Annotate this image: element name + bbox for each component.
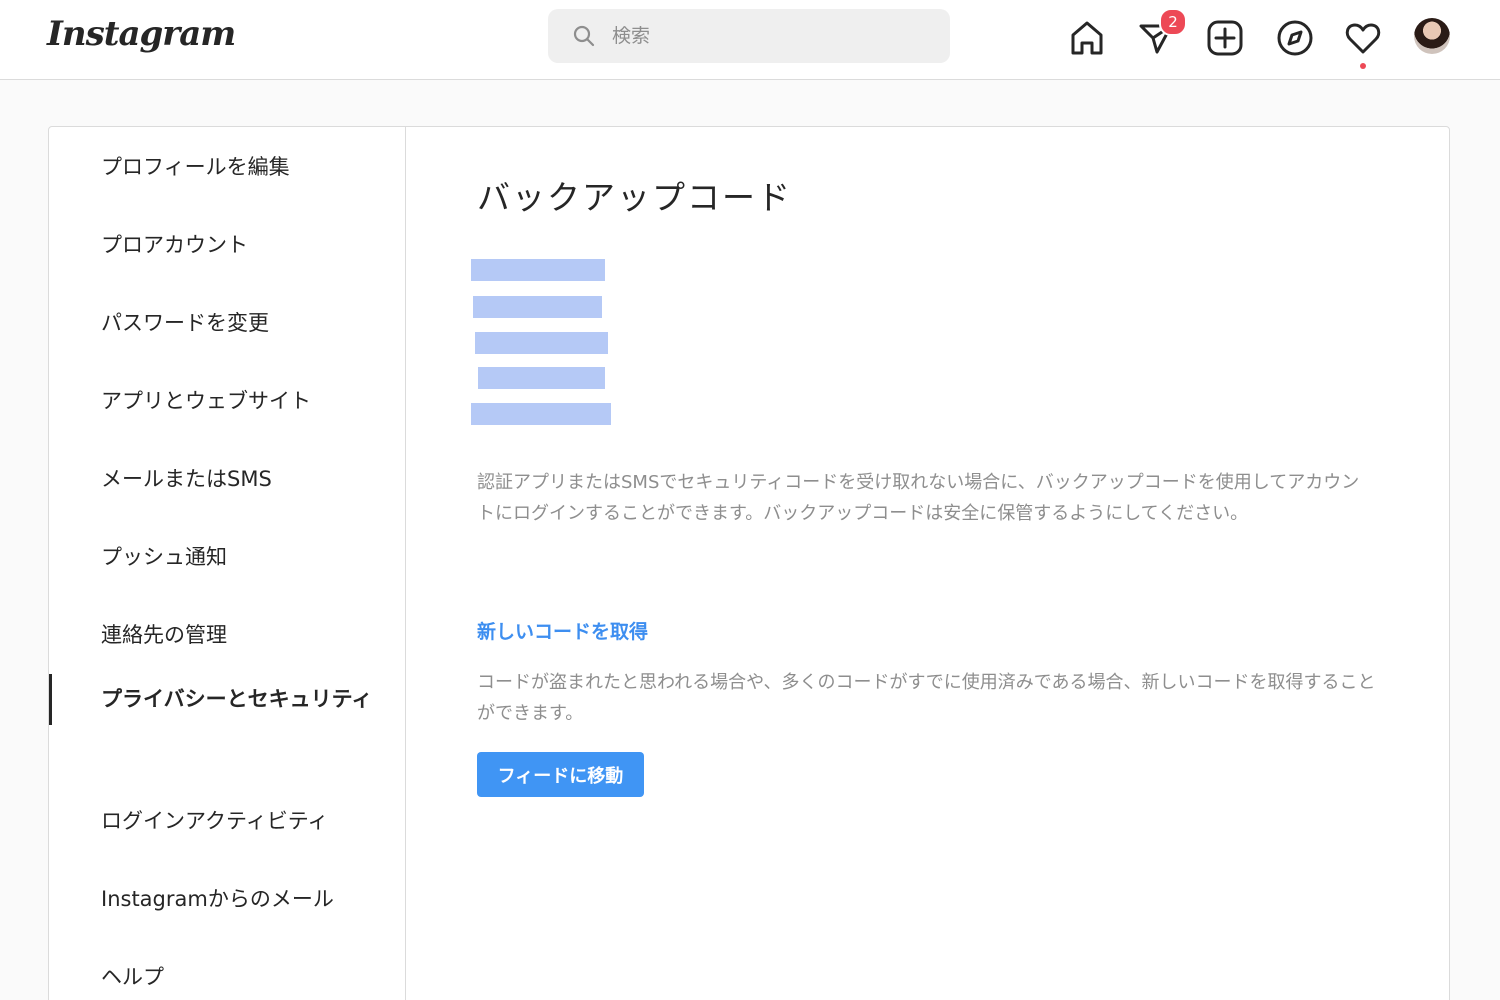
page-title: バックアップコード: [477, 178, 792, 217]
home-icon[interactable]: [1068, 19, 1106, 57]
sidebar-item-login-activity[interactable]: ログインアクティビティ: [49, 806, 405, 837]
sidebar-item-emails-from-instagram[interactable]: Instagramからのメール: [49, 884, 405, 915]
sidebar-item-edit-profile[interactable]: プロフィールを編集: [49, 152, 405, 183]
sidebar-item-apps-and-websites[interactable]: アプリとウェブサイト: [49, 386, 405, 417]
backup-codes-description: 認証アプリまたはSMSでセキュリティコードを受け取れない場合に、バックアップコー…: [477, 472, 1360, 524]
settings-sidebar: プロフィールを編集 プロアカウント パスワードを変更 アプリとウェブサイト メー…: [49, 127, 406, 1000]
instagram-logo[interactable]: Instagram: [47, 14, 236, 54]
redacted-backup-code: [471, 259, 605, 281]
sidebar-item-change-password[interactable]: パスワードを変更: [49, 308, 405, 339]
activity-indicator-dot: [1360, 63, 1366, 69]
top-nav-bar: Instagram 2: [0, 0, 1500, 80]
redacted-backup-code: [475, 332, 608, 354]
profile-avatar[interactable]: [1414, 18, 1450, 54]
redacted-backup-code: [471, 403, 611, 425]
sidebar-item-push-notifications[interactable]: プッシュ通知: [49, 542, 405, 573]
new-codes-description: コードが盗まれたと思われる場合や、多くのコードがすでに使用済みである場合、新しい…: [477, 672, 1376, 724]
search-icon: [572, 24, 596, 48]
redacted-backup-code: [478, 367, 605, 389]
notification-badge: 2: [1159, 8, 1187, 36]
sidebar-item-email-or-sms[interactable]: メールまたはSMS: [49, 464, 405, 495]
activity-heart-icon[interactable]: [1344, 19, 1382, 57]
get-new-codes-link[interactable]: 新しいコードを取得: [477, 617, 648, 644]
go-to-feed-button[interactable]: フィードに移動: [477, 752, 644, 797]
backup-codes-content: バックアップコード 認証アプリまたはSMSでセキュリティコードを受け取れない場合…: [407, 127, 1450, 1000]
explore-compass-icon[interactable]: [1276, 19, 1314, 57]
search-box[interactable]: [548, 9, 950, 63]
redacted-backup-code: [473, 296, 602, 318]
settings-panel: プロフィールを編集 プロアカウント パスワードを変更 アプリとウェブサイト メー…: [48, 126, 1450, 1000]
new-post-icon[interactable]: [1206, 19, 1244, 57]
sidebar-item-professional-account[interactable]: プロアカウント: [49, 230, 405, 261]
sidebar-item-help[interactable]: ヘルプ: [49, 962, 405, 993]
search-input[interactable]: [612, 9, 932, 63]
sidebar-item-manage-contacts[interactable]: 連絡先の管理: [49, 620, 405, 651]
sidebar-item-privacy-and-security[interactable]: プライバシーとセキュリティ: [49, 674, 405, 725]
